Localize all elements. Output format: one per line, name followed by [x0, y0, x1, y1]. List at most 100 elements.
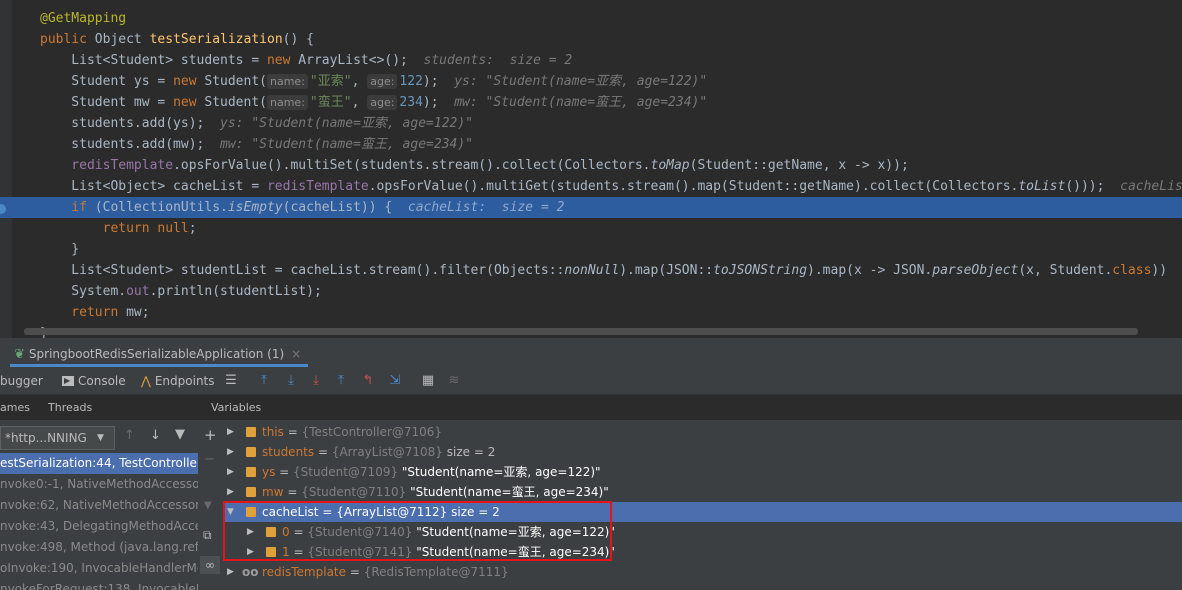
- parameter-hint: age:: [367, 95, 398, 110]
- equals-sign: =: [289, 545, 308, 559]
- code-token: public: [40, 32, 95, 47]
- variable-row[interactable]: ▶ ys = {Student@7109} "Student(name=亚索, a…: [223, 462, 1182, 482]
- variable-row[interactable]: ▶ this = {TestController@7106}: [223, 422, 1182, 442]
- variable-name: ys: [262, 465, 276, 479]
- debug-run-tab-bar: ❦ SpringbootRedisSerializableApplication…: [0, 338, 1182, 368]
- code-token: );: [422, 95, 439, 110]
- variable-type: {Student@7141}: [307, 545, 413, 559]
- frame-row[interactable]: estSerialization:44, TestController: [0, 453, 198, 474]
- code-token: toMap: [650, 158, 690, 173]
- variable-type: {ArrayList@7112}: [336, 505, 448, 519]
- remove-watch-icon[interactable]: −: [204, 452, 215, 467]
- tab-frames[interactable]: ames: [0, 401, 30, 414]
- code-line-text: List<Student> studentList = cacheList.st…: [40, 260, 1167, 281]
- step-over-icon[interactable]: ⤓: [283, 373, 299, 389]
- filter-icon[interactable]: ▼: [175, 427, 185, 442]
- frame-row[interactable]: nvoke:43, DelegatingMethodAccess: [0, 516, 198, 537]
- step-into-icon[interactable]: ⤓: [308, 373, 324, 389]
- code-token: )): [1151, 263, 1168, 278]
- expand-triangle-icon[interactable]: ▶: [227, 442, 234, 462]
- evaluate-expression-icon[interactable]: ▦: [420, 373, 436, 389]
- tab-endpoints[interactable]: ⋀ Endpoints: [141, 372, 215, 390]
- expand-triangle-icon[interactable]: ▶: [227, 462, 234, 482]
- code-line-text: students.add(ys); ys: "Student(name=亚索, …: [40, 113, 473, 134]
- horizontal-scrollbar[interactable]: [24, 328, 1138, 335]
- copy-icon[interactable]: ⧉: [203, 528, 212, 543]
- code-token: class: [1112, 263, 1152, 278]
- frames-threads-tabs: ames Threads: [0, 395, 198, 420]
- next-frame-icon[interactable]: ↓: [150, 428, 161, 443]
- frame-row[interactable]: nvoke:62, NativeMethodAccessorI: [0, 495, 198, 516]
- equals-sign: =: [283, 425, 302, 439]
- code-line-text: Student mw = new Student(name: "蛮王", age:…: [40, 92, 707, 113]
- variable-row[interactable]: ▶ mw = {Student@7110} "Student(name=蛮王, a…: [223, 482, 1182, 502]
- inline-value-hint: ys: "Student(name=亚索, age=122)": [204, 116, 474, 131]
- tab-debugger[interactable]: bugger: [0, 372, 43, 390]
- code-token: .println(studentList);: [149, 284, 322, 299]
- variable-child-row[interactable]: ▶ 0 = {Student@7140} "Student(name=亚索, ag…: [223, 522, 1182, 542]
- console-tab-label: Console: [78, 374, 126, 388]
- threads-layout-icon[interactable]: ☰: [223, 373, 239, 389]
- tab-console[interactable]: ▶ Console: [62, 372, 126, 390]
- frame-row[interactable]: nvoke:498, Method (java.lang.reflect): [0, 537, 198, 558]
- tab-springboot-app[interactable]: ❦ SpringbootRedisSerializableApplication…: [14, 344, 301, 364]
- close-icon[interactable]: ×: [291, 347, 301, 361]
- force-step-into-icon[interactable]: ⤒: [333, 373, 349, 389]
- code-token: ArrayList<>();: [298, 53, 408, 68]
- variable-row[interactable]: ▼ cacheList = {ArrayList@7112} size = 2: [223, 502, 1182, 522]
- code-token: redisTemplate: [40, 158, 174, 173]
- step-out-icon[interactable]: ↰: [360, 373, 376, 389]
- code-token: students.add(ys);: [40, 116, 205, 131]
- variable-name: redisTemplate: [262, 565, 347, 579]
- code-line-text: @GetMapping: [40, 8, 126, 29]
- variables-header: Variables: [205, 395, 1182, 420]
- add-watch-icon[interactable]: +: [204, 426, 217, 444]
- chevron-down-icon: ▼: [97, 433, 104, 443]
- code-token: Student ys =: [40, 74, 174, 89]
- variable-value: "Student(name=蛮王, age=234)": [412, 545, 615, 559]
- field-icon: [246, 487, 256, 497]
- expand-triangle-icon[interactable]: ▶: [227, 562, 234, 582]
- expand-triangle-icon[interactable]: ▶: [227, 482, 234, 502]
- editor-gutter[interactable]: [0, 0, 12, 338]
- equals-sign: =: [314, 445, 332, 459]
- trace-stream-icon[interactable]: ≋: [446, 373, 462, 389]
- code-token: toJSONString: [713, 263, 808, 278]
- code-line-text: return mw;: [40, 302, 149, 323]
- expand-triangle-icon[interactable]: ▶: [247, 522, 254, 542]
- variable-child-row[interactable]: ▶ 1 = {Student@7141} "Student(name=蛮王, ag…: [223, 542, 1182, 562]
- show-execution-point-icon[interactable]: ⤒: [256, 373, 272, 389]
- code-line-current[interactable]: if (CollectionUtils.isEmpty(cacheList)) …: [0, 197, 1182, 218]
- variables-title: Variables: [211, 401, 262, 414]
- inline-value-hint: students: size = 2: [407, 53, 573, 68]
- code-token: nonNull: [564, 263, 620, 278]
- code-token: if: [40, 200, 95, 215]
- equals-sign: =: [289, 525, 308, 539]
- move-down-icon[interactable]: ▼: [204, 500, 212, 511]
- code-token: ).map(x -> JSON.: [807, 263, 933, 278]
- variable-text: 1 = {Student@7141} "Student(name=蛮王, age…: [282, 542, 615, 562]
- watches-toggle-icon[interactable]: ∞: [200, 556, 220, 574]
- code-line-text: List<Object> cacheList = redisTemplate.o…: [40, 176, 1182, 197]
- expand-triangle-icon[interactable]: ▶: [227, 422, 234, 442]
- inline-value-hint: cacheList: size = 2: [1120, 179, 1182, 194]
- code-line-text: List<Student> students = new ArrayList<>…: [40, 50, 572, 71]
- collapse-triangle-icon[interactable]: ▼: [227, 502, 234, 522]
- variable-row[interactable]: ▶ students = {ArrayList@7108} size = 2: [223, 442, 1182, 462]
- equals-sign: =: [346, 565, 364, 579]
- thread-select[interactable]: *http...NNING ▼: [0, 426, 115, 450]
- variable-type: {Student@7109}: [293, 465, 399, 479]
- watch-icon: oo: [242, 565, 259, 579]
- expand-triangle-icon[interactable]: ▶: [247, 542, 254, 562]
- code-editor[interactable]: @GetMapping public Object testSerializati…: [0, 0, 1182, 338]
- endpoints-icon: ⋀: [141, 374, 151, 388]
- code-token: new: [266, 53, 299, 68]
- frame-row[interactable]: nvoke0:-1, NativeMethodAccessor: [0, 474, 198, 495]
- frame-row[interactable]: nvokeForRequest:138, InvocableHa: [0, 579, 198, 590]
- previous-frame-icon[interactable]: ↑: [124, 428, 135, 443]
- frame-row[interactable]: oInvoke:190, InvocableHandlerMe: [0, 558, 198, 579]
- tab-threads[interactable]: Threads: [48, 401, 92, 414]
- code-token: Student(: [204, 74, 267, 89]
- run-to-cursor-icon[interactable]: ⇲: [387, 373, 403, 389]
- variable-row[interactable]: ▶ oo redisTemplate = {RedisTemplate@7111}: [223, 562, 1182, 582]
